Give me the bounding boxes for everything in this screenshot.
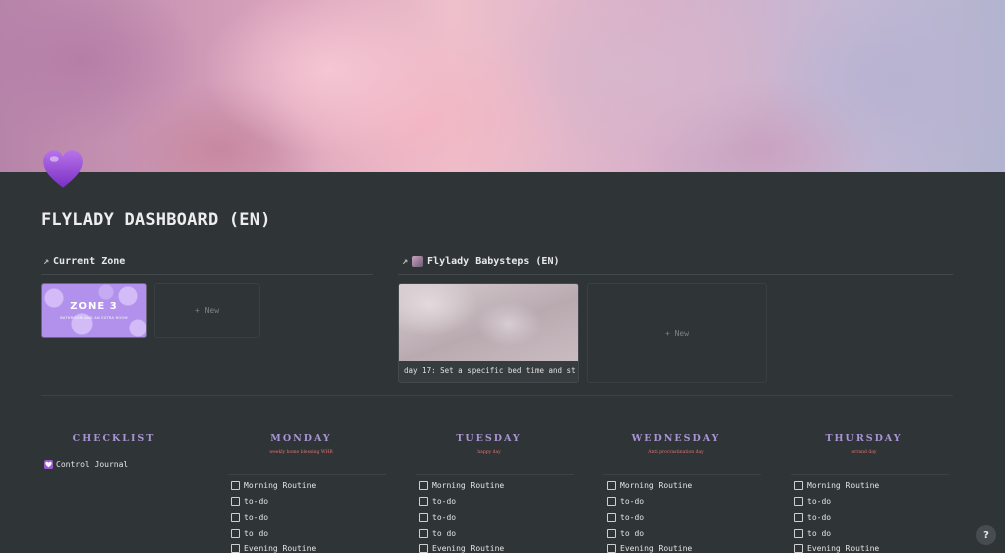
todo-item[interactable]: to-do <box>607 497 644 506</box>
todo-label: to-do <box>432 513 457 522</box>
column-heading-thursday: THURSDAY <box>825 433 903 444</box>
babystep-card[interactable]: day 17: Set a specific bed time and stic… <box>398 283 579 383</box>
control-journal-label: Control Journal <box>56 460 129 469</box>
checkbox[interactable] <box>231 481 240 490</box>
todo-item[interactable]: to-do <box>794 513 831 522</box>
todo-label: to do <box>244 529 269 538</box>
help-button[interactable]: ? <box>976 525 996 545</box>
todo-item[interactable]: to do <box>607 529 644 538</box>
babysteps-header[interactable]: ↗ Flylady Babysteps (EN) <box>402 256 559 267</box>
todo-item[interactable]: to do <box>231 529 268 538</box>
todo-label: to do <box>432 529 457 538</box>
babysteps-page-icon <box>412 256 424 267</box>
todo-item[interactable]: Morning Routine <box>419 481 504 490</box>
checkbox[interactable] <box>231 513 240 522</box>
todo-label: to-do <box>244 497 269 506</box>
todo-label: to-do <box>807 497 832 506</box>
todo-label: to-do <box>620 497 645 506</box>
column-subtitle-tuesday: happy day <box>477 450 501 455</box>
column-heading-wednesday: WEDNESDAY <box>631 433 721 444</box>
purple-heart-icon[interactable] <box>41 148 85 192</box>
column-divider-wednesday <box>603 474 761 475</box>
zone-card-title: ZONE 3 <box>70 301 118 312</box>
checkbox[interactable] <box>794 513 803 522</box>
column-heading-checklist: CHECKLIST <box>72 433 156 444</box>
todo-item[interactable]: to-do <box>794 497 831 506</box>
heart-icon <box>44 460 53 469</box>
todo-label: to-do <box>620 513 645 522</box>
todo-label: Morning Routine <box>244 481 317 490</box>
column-divider-monday <box>228 474 386 475</box>
todo-item[interactable]: to-do <box>231 497 268 506</box>
column-subtitle-thursday: errand day <box>851 450 877 455</box>
todo-item[interactable]: Morning Routine <box>794 481 879 490</box>
page-title: FLYLADY DASHBOARD (EN) <box>41 210 271 230</box>
column-divider-thursday <box>791 474 949 475</box>
checkbox[interactable] <box>607 497 616 506</box>
column-subtitle-monday: weekly home blessing WHB <box>269 450 333 455</box>
current-zone-divider <box>41 274 373 275</box>
checkbox[interactable] <box>794 481 803 490</box>
todo-item[interactable]: to-do <box>419 497 456 506</box>
babysteps-divider <box>398 274 953 275</box>
cover-image <box>0 0 1005 172</box>
checkbox[interactable] <box>419 497 428 506</box>
zone-card-subtitle: BATHROOM AND AN EXTRA ROOM <box>60 316 128 320</box>
checkbox[interactable] <box>607 513 616 522</box>
control-journal-link[interactable]: Control Journal <box>44 460 128 469</box>
link-arrow-icon: ↗ <box>402 256 409 267</box>
checkbox[interactable] <box>419 529 428 538</box>
babystep-caption: day 17: Set a specific bed time and stic… <box>404 366 576 375</box>
checkbox[interactable] <box>419 513 428 522</box>
todo-item[interactable]: to do <box>419 529 456 538</box>
todo-label: to-do <box>432 497 457 506</box>
checkbox[interactable] <box>231 497 240 506</box>
checkbox[interactable] <box>231 529 240 538</box>
todo-label: to do <box>620 529 645 538</box>
todo-label: Morning Routine <box>807 481 880 490</box>
todo-item[interactable]: to do <box>794 529 831 538</box>
column-subtitle-wednesday: Anti procrastination day <box>648 450 704 455</box>
todo-label: to do <box>807 529 832 538</box>
column-heading-tuesday: TUESDAY <box>456 433 522 444</box>
column-divider-tuesday <box>416 474 574 475</box>
checkbox[interactable] <box>607 529 616 538</box>
checkbox[interactable] <box>794 497 803 506</box>
babystep-cover-image <box>399 284 578 361</box>
checkbox[interactable] <box>419 481 428 490</box>
babysteps-label: Flylady Babysteps (EN) <box>427 256 560 267</box>
checkbox[interactable] <box>794 529 803 538</box>
babysteps-new-button[interactable]: + New <box>587 283 767 383</box>
section-divider <box>41 395 953 396</box>
zone-new-button[interactable]: + New <box>154 283 260 338</box>
todo-item[interactable]: Morning Routine <box>231 481 316 490</box>
todo-item[interactable]: to-do <box>607 513 644 522</box>
column-heading-monday: MONDAY <box>270 433 332 444</box>
todo-item[interactable]: to-do <box>419 513 456 522</box>
todo-label: Morning Routine <box>620 481 693 490</box>
zone-card[interactable]: ZONE 3 BATHROOM AND AN EXTRA ROOM <box>41 283 147 338</box>
todo-label: to-do <box>244 513 269 522</box>
todo-item[interactable]: Morning Routine <box>607 481 692 490</box>
current-zone-header[interactable]: ↗ Current Zone <box>43 256 125 267</box>
todo-label: to-do <box>807 513 832 522</box>
todo-item[interactable]: to-do <box>231 513 268 522</box>
current-zone-label: Current Zone <box>53 256 126 267</box>
checkbox[interactable] <box>607 481 616 490</box>
link-arrow-icon: ↗ <box>43 256 50 267</box>
todo-label: Morning Routine <box>432 481 505 490</box>
